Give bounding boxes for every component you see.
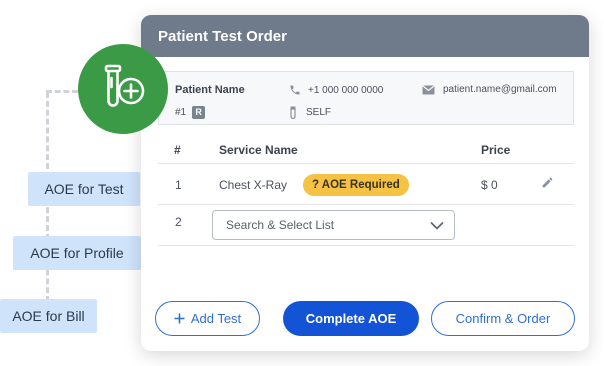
row-2-number: 2	[175, 215, 182, 229]
patient-test-order-card: Patient Test Order Patient Name #1 R +1 …	[141, 15, 589, 351]
add-test-label: Add Test	[190, 311, 242, 326]
edit-icon[interactable]	[541, 176, 554, 194]
row-2-divider	[158, 245, 574, 246]
connector-horizontal	[46, 90, 78, 93]
aoe-for-bill-tag[interactable]: AOE for Bill	[0, 299, 97, 333]
patient-info: Patient Name #1 R +1 000 000 0000 SELF p…	[158, 71, 574, 125]
patient-id-number: #1	[175, 107, 187, 118]
chevron-down-icon	[430, 221, 444, 230]
header-number: #	[174, 143, 181, 157]
header-divider	[158, 163, 574, 164]
patient-phone-text: +1 000 000 0000	[308, 84, 384, 96]
header-price: Price	[481, 143, 511, 157]
aoe-for-profile-tag[interactable]: AOE for Profile	[13, 236, 141, 270]
patient-id: #1 R	[175, 106, 206, 119]
aoe-for-test-tag[interactable]: AOE for Test	[28, 172, 140, 206]
patient-email-text: patient.name@gmail.com	[443, 84, 557, 95]
aoe-required-badge[interactable]: ? AOE Required	[303, 174, 409, 196]
service-select[interactable]: Search & Select List	[212, 210, 455, 240]
mail-icon	[422, 85, 435, 94]
patient-relation-text: SELF	[306, 107, 332, 118]
plus-icon	[174, 313, 185, 324]
row-1-divider	[158, 204, 574, 205]
header-service-name: Service Name	[219, 143, 298, 157]
confirm-order-button[interactable]: Confirm & Order	[431, 301, 575, 336]
complete-aoe-button[interactable]: Complete AOE	[283, 301, 419, 336]
patient-phone: +1 000 000 0000	[289, 84, 383, 96]
add-test-button[interactable]: Add Test	[155, 301, 260, 336]
add-test-tube-icon	[78, 44, 168, 134]
test-tube-icon	[290, 106, 296, 119]
patient-relation: SELF	[289, 106, 331, 119]
patient-email: patient.name@gmail.com	[422, 84, 557, 95]
card-title: Patient Test Order	[141, 15, 589, 57]
row-1-number: 1	[175, 178, 182, 192]
patient-name: Patient Name	[175, 84, 245, 96]
row-1-price: $ 0	[481, 178, 498, 192]
row-1-service: Chest X-Ray	[219, 178, 288, 192]
patient-id-badge: R	[192, 106, 206, 119]
phone-icon	[290, 85, 300, 95]
service-select-placeholder: Search & Select List	[226, 218, 335, 232]
